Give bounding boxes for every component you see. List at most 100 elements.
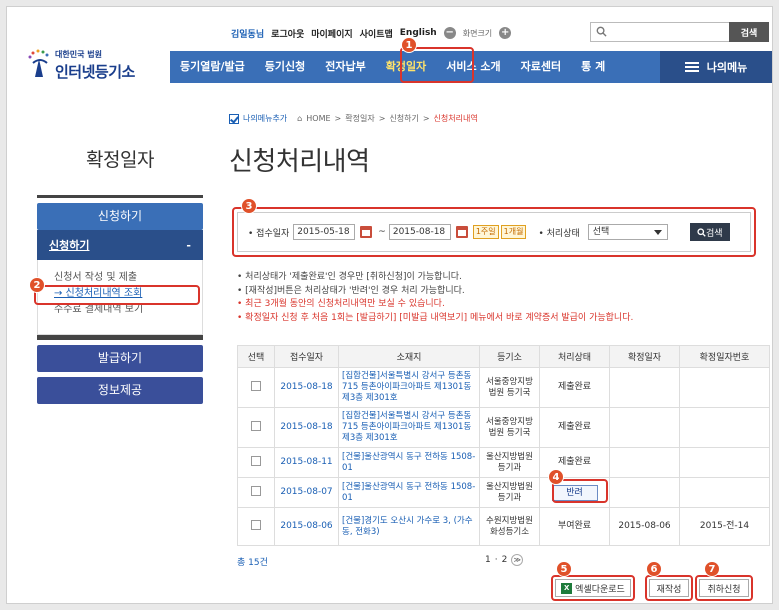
home-icon: ⌂ <box>297 114 303 123</box>
hamburger-icon <box>684 62 699 72</box>
column-header: 접수일자 <box>274 345 339 368</box>
logo-subtitle: 대한민국 법원 <box>55 50 102 59</box>
badge-5: 5 <box>556 561 572 577</box>
row-date[interactable]: 2015-08-11 <box>274 447 339 478</box>
column-header: 소재지 <box>338 345 480 368</box>
page-link[interactable]: 2 <box>502 555 508 565</box>
column-header: 확정일자번호 <box>679 345 770 368</box>
row-checkbox[interactable] <box>251 420 261 431</box>
row-checkbox[interactable] <box>251 519 261 530</box>
logo-title: 인터넷등기소 <box>55 63 135 81</box>
row-office: 수원지방법원 화성등기소 <box>479 507 540 546</box>
row-confirm-date <box>609 407 680 448</box>
site-search <box>590 22 730 42</box>
mypage-link[interactable]: 마이페이지 <box>311 27 352 40</box>
breadcrumb-confirmed-date[interactable]: 확정일자 <box>345 113 374 124</box>
utility-bar: 김일동님 로그아웃 마이페이지 사이트맵 English − 화면크기 + <box>231 25 512 41</box>
add-my-menu-link[interactable]: 나의메뉴추가 <box>243 113 287 124</box>
breadcrumb: 나의메뉴추가 ⌂ HOME > 확정일자 > 신청하기 > 신청처리내역 <box>229 113 478 124</box>
table-row: 2015-08-18 [집합건물]서울특별시 강서구 등촌동 715 등촌아이파… <box>237 367 770 408</box>
column-header: 확정일자 <box>609 345 680 368</box>
nav-e-payment[interactable]: 전자납부 <box>315 51 375 83</box>
side-nav-apply[interactable]: 신청하기 <box>37 203 203 230</box>
row-address[interactable]: [건물]울산광역시 동구 전하동 1508-01 <box>338 477 480 508</box>
next-page-icon[interactable]: ≫ <box>511 554 524 566</box>
breadcrumb-apply[interactable]: 신청하기 <box>389 113 418 124</box>
user-name: 김일동님 <box>231 29 265 40</box>
total-count: 총 15건 <box>237 558 268 568</box>
font-size-label: 화면크기 <box>462 28 493 38</box>
row-checkbox[interactable] <box>251 380 261 391</box>
side-nav-sub-header[interactable]: 신청하기 - <box>37 230 203 260</box>
row-status: 제출완료 <box>539 407 610 448</box>
site-search-button[interactable]: 검색 <box>729 22 769 42</box>
row-office: 서울중앙지방법원 등기국 <box>479 367 540 408</box>
row-confirm-date <box>609 477 680 508</box>
side-nav-issue[interactable]: 발급하기 <box>37 345 203 372</box>
table-row: 2015-08-11 [건물]울산광역시 동구 전하동 1508-01 울산지방… <box>237 447 770 478</box>
row-checkbox[interactable] <box>251 485 261 496</box>
row-confirm-date: 2015-08-06 <box>609 507 680 546</box>
column-header: 처리상태 <box>539 345 610 368</box>
breadcrumb-home[interactable]: HOME <box>306 114 330 123</box>
nav-registry-view[interactable]: 등기열람/발급 <box>170 51 255 83</box>
row-date[interactable]: 2015-08-07 <box>274 477 339 508</box>
row-confirm-no <box>679 367 770 408</box>
search-icon <box>596 26 607 37</box>
site-logo[interactable]: 대한민국 법원 인터넷등기소 <box>27 47 157 83</box>
row-status: 부여완료 <box>539 507 610 546</box>
row-confirm-no <box>679 477 770 508</box>
row-confirm-no <box>679 407 770 448</box>
column-header: 선택 <box>237 345 275 368</box>
badge-3: 3 <box>241 198 257 214</box>
section-title: 확정일자 <box>86 149 154 171</box>
row-confirm-no <box>679 447 770 478</box>
history-table: 선택 접수일자 소재지 등기소 처리상태 확정일자 확정일자번호 2015-08… <box>237 345 770 546</box>
logout-link[interactable]: 로그아웃 <box>271 27 304 40</box>
side-nav-info[interactable]: 정보제공 <box>37 377 203 404</box>
row-confirm-date <box>609 367 680 408</box>
side-nav-write-application[interactable]: 신청서 작성 및 제출 <box>54 270 202 286</box>
breadcrumb-current: 신청처리내역 <box>433 114 478 123</box>
row-address[interactable]: [건물]울산광역시 동구 전하동 1508-01 <box>338 447 480 478</box>
table-header-row: 선택 접수일자 소재지 등기소 처리상태 확정일자 확정일자번호 <box>237 345 770 368</box>
badge-4: 4 <box>548 469 564 485</box>
notice-list: • 처리상태가 '제출완료'인 경우만 [취하신청]이 가능합니다. • [재작… <box>237 271 633 325</box>
nav-registry-apply[interactable]: 등기신청 <box>255 51 315 83</box>
notice-item: • [재작성]버튼은 처리상태가 '반려'인 경우 처리 가능합니다. <box>237 285 465 296</box>
side-nav-divider <box>37 335 203 340</box>
row-address[interactable]: [집합건물]서울특별시 강서구 등촌동 715 등촌아이파크아파트 제1301동… <box>338 367 480 408</box>
row-office: 서울중앙지방법원 등기국 <box>479 407 540 448</box>
highlight-cancel-button <box>695 575 753 601</box>
zoom-in-icon[interactable]: + <box>499 27 512 39</box>
row-date[interactable]: 2015-08-06 <box>274 507 339 546</box>
row-office: 울산지방법원 등기과 <box>479 447 540 478</box>
collapse-icon[interactable]: - <box>186 239 191 252</box>
notice-item: • 최근 3개월 동안의 신청처리내역만 보실 수 있습니다. <box>237 299 445 309</box>
pagination: 1 · 2 ≫ <box>485 554 524 566</box>
row-office: 울산지방법원 등기과 <box>479 477 540 508</box>
highlight-process-history <box>34 285 200 305</box>
row-date[interactable]: 2015-08-18 <box>274 407 339 448</box>
table-row: 2015-08-06 [건물]경기도 오산시 가수로 3, (가수동, 전화3)… <box>237 507 770 546</box>
page-title: 신청처리내역 <box>229 147 370 177</box>
column-header: 등기소 <box>479 345 540 368</box>
row-date[interactable]: 2015-08-18 <box>274 367 339 408</box>
notice-item: • 확정일자 신청 후 처음 1회는 [발급하기] [미발급 내역보기] 메뉴에… <box>237 312 634 323</box>
notice-item: • 처리상태가 '제출완료'인 경우만 [취하신청]이 가능합니다. <box>237 272 462 282</box>
row-address[interactable]: [집합건물]서울특별시 강서구 등촌동 715 등촌아이파크아파트 제1301동… <box>338 407 480 448</box>
nav-statistics[interactable]: 통 계 <box>571 51 615 83</box>
highlight-excel-button <box>551 575 635 601</box>
checkbox-icon <box>229 113 239 124</box>
nav-data-center[interactable]: 자료센터 <box>511 51 571 83</box>
table-row: 2015-08-07 [건물]울산광역시 동구 전하동 1508-01 울산지방… <box>237 477 770 508</box>
table-row: 2015-08-18 [집합건물]서울특별시 강서구 등촌동 715 등촌아이파… <box>237 407 770 448</box>
side-nav-sub-label: 신청하기 <box>49 239 90 252</box>
my-menu-button[interactable]: 나의메뉴 <box>660 51 772 83</box>
sitemap-link[interactable]: 사이트맵 <box>360 27 393 40</box>
row-checkbox[interactable] <box>251 455 261 466</box>
site-search-input[interactable] <box>591 23 711 41</box>
row-address[interactable]: [건물]경기도 오산시 가수로 3, (가수동, 전화3) <box>338 507 480 546</box>
zoom-out-icon[interactable]: − <box>443 27 456 39</box>
page-link[interactable]: 1 <box>485 555 491 565</box>
